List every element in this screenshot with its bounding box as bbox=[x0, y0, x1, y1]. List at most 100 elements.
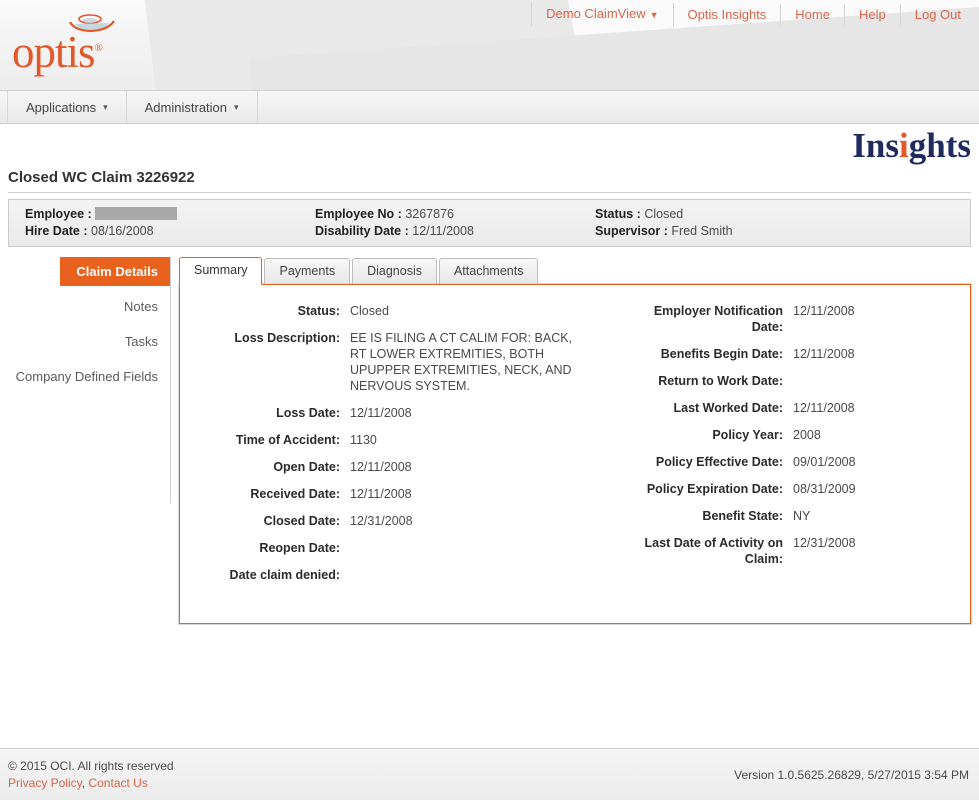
content-column: Summary Payments Diagnosis Attachments S… bbox=[171, 257, 979, 624]
field-loss-date-label: Loss Date: bbox=[276, 406, 340, 420]
field-loss-description: Loss Description: EE IS FILING A CT CALI… bbox=[190, 330, 590, 394]
field-policy-expiration-date: Policy Expiration Date: 08/31/2009 bbox=[630, 481, 960, 497]
nav-optis-insights[interactable]: Optis Insights bbox=[674, 3, 782, 25]
footer-links: Privacy Policy, Contact Us bbox=[8, 775, 734, 792]
sidebar-item-company-defined-fields[interactable]: Company Defined Fields bbox=[0, 362, 170, 391]
field-time-of-accident-label: Time of Accident: bbox=[235, 433, 340, 447]
field-loss-date-value: 12/11/2008 bbox=[350, 406, 412, 420]
field-return-to-work-date: Return to Work Date: bbox=[630, 373, 960, 389]
field-benefit-state-label: Benefit State: bbox=[702, 509, 783, 523]
field-employer-notification-date: Employer Notification Date: 12/11/2008 bbox=[630, 303, 960, 335]
employee-no-row: Employee No : 3267876 bbox=[315, 206, 595, 223]
insights-logo-orange-i: i bbox=[899, 126, 909, 165]
sidebar: Claim Details Notes Tasks Company Define… bbox=[0, 257, 171, 503]
footer: © 2015 OCI. All rights reserved Privacy … bbox=[0, 748, 979, 800]
employee-info-bar: Employee : Hire Date : 08/16/2008 Employ… bbox=[8, 199, 971, 247]
field-time-of-accident-value: 1130 bbox=[350, 433, 377, 447]
status-row: Status : Closed bbox=[595, 206, 970, 223]
top-navigation: Demo ClaimView ▼ Optis Insights Home Help… bbox=[531, 0, 973, 28]
insights-brand-row: Insights bbox=[0, 124, 979, 169]
menu-item-applications-label: Applications bbox=[26, 99, 97, 115]
tab-payments[interactable]: Payments bbox=[264, 258, 351, 284]
nav-demo-claimview[interactable]: Demo ClaimView ▼ bbox=[531, 2, 674, 26]
menu-item-administration[interactable]: Administration ▾ bbox=[127, 91, 258, 123]
field-received-date-label: Received Date: bbox=[250, 487, 340, 501]
sidebar-item-claim-details[interactable]: Claim Details bbox=[60, 257, 170, 286]
insights-logo-part1: Ins bbox=[852, 126, 900, 165]
employee-name-row: Employee : bbox=[25, 206, 315, 223]
registered-mark: ® bbox=[94, 42, 103, 54]
employee-info-column-2: Employee No : 3267876 Disability Date : … bbox=[315, 206, 595, 240]
tab-diagnosis[interactable]: Diagnosis bbox=[352, 258, 437, 284]
summary-left-column: Status: Closed Loss Description: EE IS F… bbox=[190, 303, 590, 613]
sidebar-item-notes[interactable]: Notes bbox=[0, 292, 170, 321]
nav-log-out[interactable]: Log Out bbox=[901, 4, 973, 25]
field-return-to-work-date-label: Return to Work Date: bbox=[658, 374, 783, 388]
sidebar-item-tasks[interactable]: Tasks bbox=[0, 327, 170, 356]
field-open-date: Open Date: 12/11/2008 bbox=[190, 459, 590, 475]
field-policy-expiration-date-label: Policy Expiration Date: bbox=[646, 482, 783, 496]
field-closed-date: Closed Date: 12/31/2008 bbox=[190, 513, 590, 529]
footer-version: Version 1.0.5625.26829, 5/27/2015 3:54 P… bbox=[734, 767, 969, 782]
hire-date-row: Hire Date : 08/16/2008 bbox=[25, 223, 315, 240]
menu-item-applications[interactable]: Applications ▾ bbox=[8, 91, 127, 123]
field-last-date-of-activity-label: Last Date of Activity on Claim: bbox=[644, 536, 783, 566]
field-last-worked-date-value: 12/11/2008 bbox=[793, 401, 855, 415]
tab-attachments[interactable]: Attachments bbox=[438, 258, 539, 284]
summary-right-column: Employer Notification Date: 12/11/2008 B… bbox=[630, 303, 960, 613]
menu-bar: Applications ▾ Administration ▾ bbox=[0, 90, 979, 124]
field-date-claim-denied-label: Date claim denied: bbox=[229, 568, 340, 582]
field-loss-description-label: Loss Description: bbox=[234, 331, 340, 345]
footer-left: © 2015 OCI. All rights reserved Privacy … bbox=[8, 758, 734, 792]
employee-info-column-3: Status : Closed Supervisor : Fred Smith bbox=[595, 206, 970, 240]
field-status-label: Status: bbox=[297, 304, 340, 318]
page-title: Closed WC Claim 3226922 bbox=[8, 169, 195, 186]
field-last-date-of-activity-value: 12/31/2008 bbox=[793, 536, 856, 550]
employee-info-column-1: Employee : Hire Date : 08/16/2008 bbox=[25, 206, 315, 240]
disability-date-value: 12/11/2008 bbox=[412, 224, 474, 238]
field-received-date-value: 12/11/2008 bbox=[350, 487, 412, 501]
footer-link-contact-us[interactable]: Contact Us bbox=[88, 776, 147, 790]
menu-bar-filler bbox=[258, 91, 979, 123]
field-benefit-state-value: NY bbox=[793, 509, 811, 523]
disability-date-row: Disability Date : 12/11/2008 bbox=[315, 223, 595, 240]
field-time-of-accident: Time of Accident: 1130 bbox=[190, 432, 590, 448]
disability-date-label: Disability Date : bbox=[315, 224, 409, 238]
field-benefits-begin-date-label: Benefits Begin Date: bbox=[660, 347, 783, 361]
employee-name-label: Employee : bbox=[25, 207, 92, 221]
optis-wordmark-text: optis bbox=[12, 27, 96, 77]
hire-date-value: 08/16/2008 bbox=[91, 224, 154, 238]
summary-panel: Status: Closed Loss Description: EE IS F… bbox=[179, 284, 971, 624]
status-value: Closed bbox=[644, 207, 684, 221]
field-policy-year: Policy Year: 2008 bbox=[630, 427, 960, 443]
chevron-down-icon: ▾ bbox=[234, 101, 239, 112]
tab-summary[interactable]: Summary bbox=[179, 257, 263, 285]
field-policy-expiration-date-value: 08/31/2009 bbox=[793, 482, 856, 496]
supervisor-value: Fred Smith bbox=[671, 224, 733, 238]
field-open-date-label: Open Date: bbox=[273, 460, 340, 474]
nav-home[interactable]: Home bbox=[781, 3, 845, 25]
field-received-date: Received Date: 12/11/2008 bbox=[190, 486, 590, 502]
footer-link-privacy-policy[interactable]: Privacy Policy bbox=[8, 776, 82, 790]
field-reopen-date-value bbox=[350, 540, 590, 556]
nav-help[interactable]: Help bbox=[845, 3, 901, 25]
body-area: Claim Details Notes Tasks Company Define… bbox=[0, 247, 979, 624]
field-policy-year-value: 2008 bbox=[793, 428, 821, 442]
field-date-claim-denied: Date claim denied: bbox=[190, 567, 590, 583]
field-date-claim-denied-value bbox=[350, 567, 590, 583]
optis-logo[interactable]: optis® bbox=[12, 8, 172, 84]
menu-item-administration-label: Administration bbox=[144, 99, 228, 115]
field-status: Status: Closed bbox=[190, 303, 590, 319]
field-last-worked-date: Last Worked Date: 12/11/2008 bbox=[630, 400, 960, 416]
insights-logo: Insights bbox=[852, 126, 971, 166]
insights-logo-part3: ghts bbox=[908, 126, 971, 165]
field-status-value: Closed bbox=[350, 304, 389, 318]
field-benefit-state: Benefit State: NY bbox=[630, 508, 960, 524]
field-loss-date: Loss Date: 12/11/2008 bbox=[190, 405, 590, 421]
hire-date-label: Hire Date : bbox=[25, 224, 88, 238]
field-reopen-date-label: Reopen Date: bbox=[259, 541, 340, 555]
field-policy-year-label: Policy Year: bbox=[712, 428, 783, 442]
employee-name-redaction bbox=[95, 207, 178, 220]
title-divider bbox=[8, 192, 971, 193]
field-policy-effective-date: Policy Effective Date: 09/01/2008 bbox=[630, 454, 960, 470]
